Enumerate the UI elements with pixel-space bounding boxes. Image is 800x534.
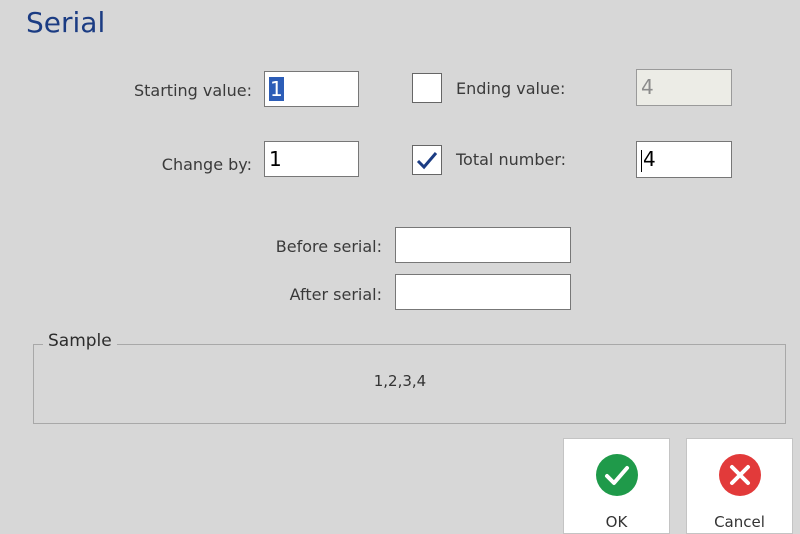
starting-value-input[interactable]: 1 (264, 71, 359, 107)
x-circle-icon (718, 454, 761, 496)
change-by-input[interactable]: 1 (264, 141, 359, 177)
before-serial-input[interactable] (395, 227, 571, 263)
starting-value-label: Starting value: (133, 81, 252, 100)
ok-label: OK (605, 513, 628, 531)
after-serial-input[interactable] (395, 274, 571, 310)
change-by-label: Change by: (161, 155, 252, 174)
total-number-input[interactable]: 4 (636, 141, 732, 178)
total-number-text: 4 (643, 147, 656, 171)
check-circle-icon (595, 454, 638, 496)
sample-legend: Sample (43, 331, 117, 351)
checkmark-icon (416, 152, 438, 170)
after-serial-label: After serial: (289, 285, 382, 304)
total-number-label: Total number: (456, 150, 567, 169)
total-number-checkbox[interactable] (412, 145, 442, 175)
ending-value-label: Ending value: (456, 79, 566, 98)
change-by-text: 1 (269, 147, 282, 171)
sample-text: 1,2,3,4 (373, 372, 427, 390)
cancel-button[interactable]: Cancel (686, 438, 793, 534)
starting-value-text: 1 (269, 77, 284, 101)
ending-value-text: 4 (641, 75, 654, 99)
before-serial-label: Before serial: (275, 237, 382, 256)
ending-value-input: 4 (636, 69, 732, 106)
ending-value-checkbox[interactable] (412, 73, 442, 103)
text-caret (641, 149, 642, 172)
ok-button[interactable]: OK (563, 438, 670, 534)
cancel-label: Cancel (714, 513, 765, 531)
dialog-title: Serial (26, 6, 106, 39)
